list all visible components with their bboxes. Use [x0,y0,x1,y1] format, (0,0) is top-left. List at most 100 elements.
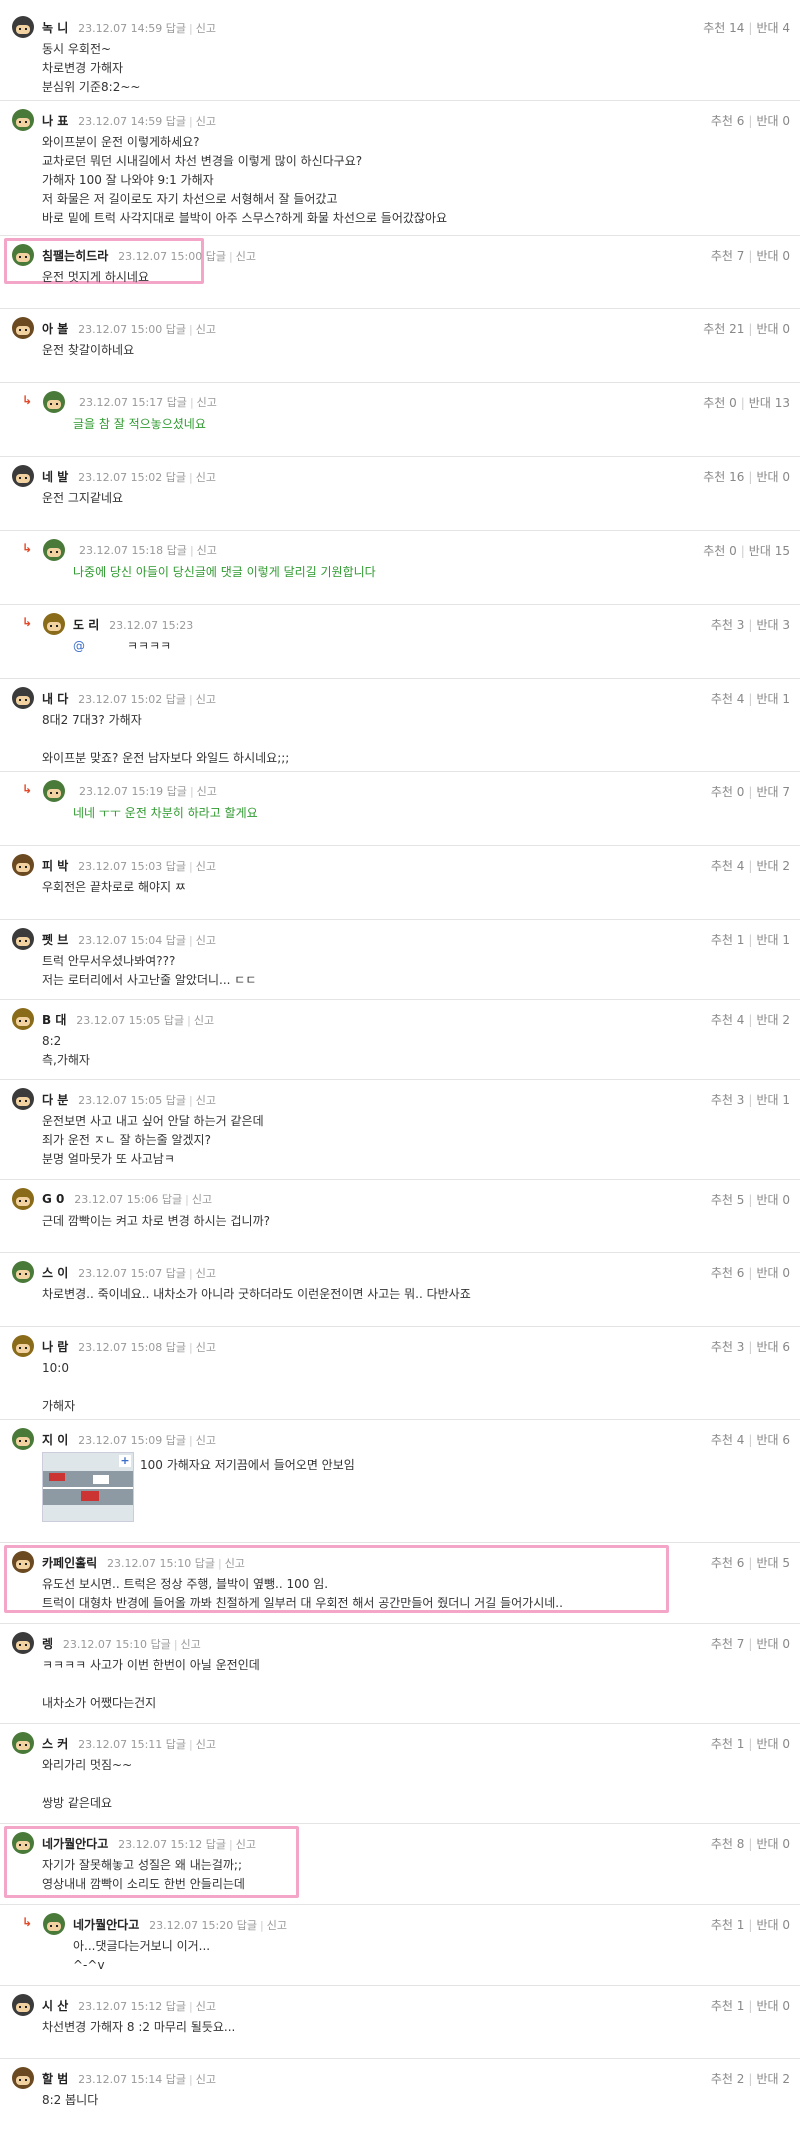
report-link[interactable]: 신고 [197,396,217,409]
downvote-button[interactable]: 반대 0 [756,1999,790,2013]
reply-link[interactable]: 답글 [166,2000,186,2013]
reply-link[interactable]: 답글 [167,396,187,409]
report-link[interactable]: 신고 [236,1838,256,1851]
upvote-button[interactable]: 추천 3 [711,618,745,632]
downvote-button[interactable]: 반대 4 [756,21,790,35]
downvote-button[interactable]: 반대 0 [756,1918,790,1932]
downvote-button[interactable]: 반대 1 [756,933,790,947]
upvote-button[interactable]: 추천 4 [711,1013,745,1027]
upvote-button[interactable]: 추천 0 [703,396,737,410]
report-link[interactable]: 신고 [196,323,216,336]
nickname[interactable]: 네가뭘안다고 [73,1918,139,1932]
upvote-button[interactable]: 추천 16 [703,470,744,484]
report-link[interactable]: 신고 [196,1094,216,1107]
nickname[interactable]: 네가뭘안다고 [42,1837,108,1851]
reply-link[interactable]: 답글 [164,1014,184,1027]
nickname[interactable]: 나 람 [42,1340,68,1354]
nickname[interactable]: 시 산 [42,1999,68,2013]
nickname[interactable]: 아 볼 [42,322,68,336]
nickname[interactable]: 지 이 [42,1433,68,1447]
report-link[interactable]: 신고 [236,250,256,263]
nickname[interactable]: 렝 [42,1637,53,1651]
report-link[interactable]: 신고 [267,1919,287,1932]
reply-link[interactable]: 답글 [167,544,187,557]
nickname[interactable]: 할 범 [42,2072,68,2086]
report-link[interactable]: 신고 [196,693,216,706]
mention-link[interactable]: @ [73,639,85,653]
downvote-button[interactable]: 반대 6 [756,1340,790,1354]
reply-link[interactable]: 답글 [166,860,186,873]
report-link[interactable]: 신고 [196,934,216,947]
report-link[interactable]: 신고 [196,1738,216,1751]
downvote-button[interactable]: 반대 1 [756,692,790,706]
downvote-button[interactable]: 반대 0 [756,322,790,336]
reply-link[interactable]: 답글 [166,1434,186,1447]
downvote-button[interactable]: 반대 0 [756,114,790,128]
reply-link[interactable]: 답글 [166,471,186,484]
nickname[interactable]: 침팰는히드라 [42,249,108,263]
attached-image-thumbnail[interactable]: + [42,1452,134,1522]
report-link[interactable]: 신고 [194,1014,214,1027]
nickname[interactable]: G 0 [42,1192,64,1206]
upvote-button[interactable]: 추천 14 [703,21,744,35]
expand-icon[interactable]: + [119,1455,131,1467]
upvote-button[interactable]: 추천 6 [711,1556,745,1570]
report-link[interactable]: 신고 [196,860,216,873]
reply-link[interactable]: 답글 [195,1557,215,1570]
nickname[interactable]: 펫 브 [42,933,68,947]
nickname[interactable]: 네 발 [42,470,68,484]
nickname[interactable]: 스 이 [42,1266,68,1280]
upvote-button[interactable]: 추천 0 [711,785,745,799]
report-link[interactable]: 신고 [196,115,216,128]
downvote-button[interactable]: 반대 6 [756,1433,790,1447]
reply-link[interactable]: 답글 [166,115,186,128]
report-link[interactable]: 신고 [181,1638,201,1651]
downvote-button[interactable]: 반대 2 [756,2072,790,2086]
reply-link[interactable]: 답글 [151,1638,171,1651]
upvote-button[interactable]: 추천 21 [703,322,744,336]
upvote-button[interactable]: 추천 3 [711,1340,745,1354]
nickname[interactable]: 녹 니 [42,21,68,35]
nickname[interactable]: 피 박 [42,859,68,873]
upvote-button[interactable]: 추천 5 [711,1193,745,1207]
upvote-button[interactable]: 추천 1 [711,1918,745,1932]
report-link[interactable]: 신고 [192,1193,212,1206]
downvote-button[interactable]: 반대 2 [756,859,790,873]
report-link[interactable]: 신고 [197,544,217,557]
downvote-button[interactable]: 반대 3 [756,618,790,632]
nickname[interactable]: 나 표 [42,114,68,128]
upvote-button[interactable]: 추천 1 [711,1999,745,2013]
reply-link[interactable]: 답글 [166,934,186,947]
report-link[interactable]: 신고 [196,22,216,35]
reply-link[interactable]: 답글 [162,1193,182,1206]
downvote-button[interactable]: 반대 0 [756,470,790,484]
downvote-button[interactable]: 반대 0 [756,1737,790,1751]
report-link[interactable]: 신고 [225,1557,245,1570]
upvote-button[interactable]: 추천 7 [711,1637,745,1651]
reply-link[interactable]: 답글 [166,1738,186,1751]
report-link[interactable]: 신고 [196,1434,216,1447]
downvote-button[interactable]: 반대 13 [749,396,790,410]
downvote-button[interactable]: 반대 5 [756,1556,790,1570]
nickname[interactable]: 도 리 [73,618,99,632]
nickname[interactable]: B 대 [42,1013,66,1027]
reply-link[interactable]: 답글 [166,1094,186,1107]
upvote-button[interactable]: 추천 1 [711,1737,745,1751]
downvote-button[interactable]: 반대 2 [756,1013,790,1027]
upvote-button[interactable]: 추천 4 [711,859,745,873]
reply-link[interactable]: 답글 [166,693,186,706]
upvote-button[interactable]: 추천 4 [711,692,745,706]
reply-link[interactable]: 답글 [206,250,226,263]
reply-link[interactable]: 답글 [166,1341,186,1354]
upvote-button[interactable]: 추천 4 [711,1433,745,1447]
reply-link[interactable]: 답글 [166,2073,186,2086]
report-link[interactable]: 신고 [196,1341,216,1354]
upvote-button[interactable]: 추천 1 [711,933,745,947]
downvote-button[interactable]: 반대 0 [756,249,790,263]
downvote-button[interactable]: 반대 7 [756,785,790,799]
downvote-button[interactable]: 반대 1 [756,1093,790,1107]
upvote-button[interactable]: 추천 8 [711,1837,745,1851]
downvote-button[interactable]: 반대 0 [756,1266,790,1280]
downvote-button[interactable]: 반대 15 [749,544,790,558]
upvote-button[interactable]: 추천 6 [711,114,745,128]
